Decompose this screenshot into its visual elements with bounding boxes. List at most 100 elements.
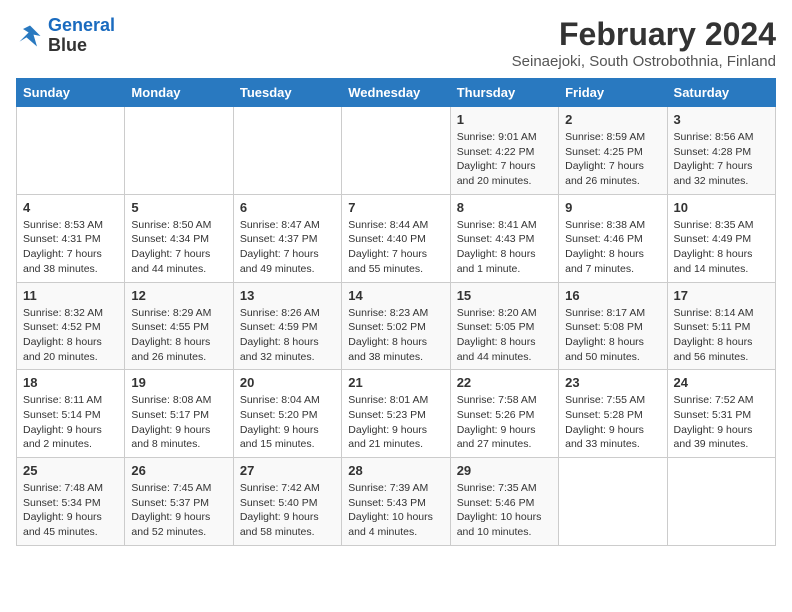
day-info: Sunrise: 8:11 AMSunset: 5:14 PMDaylight:… <box>23 393 118 452</box>
calendar-cell: 24 Sunrise: 7:52 AMSunset: 5:31 PMDayligh… <box>667 370 775 458</box>
header-sunday: Sunday <box>17 79 125 107</box>
calendar-cell: 23 Sunrise: 7:55 AMSunset: 5:28 PMDayligh… <box>559 370 667 458</box>
calendar-week-row: 25 Sunrise: 7:48 AMSunset: 5:34 PMDayligh… <box>17 458 776 546</box>
calendar-cell: 12 Sunrise: 8:29 AMSunset: 4:55 PMDayligh… <box>125 282 233 370</box>
day-info: Sunrise: 7:45 AMSunset: 5:37 PMDaylight:… <box>131 481 226 540</box>
day-number: 21 <box>348 375 443 390</box>
header-tuesday: Tuesday <box>233 79 341 107</box>
calendar-week-row: 4 Sunrise: 8:53 AMSunset: 4:31 PMDaylight… <box>17 194 776 282</box>
day-info: Sunrise: 8:29 AMSunset: 4:55 PMDaylight:… <box>131 306 226 365</box>
calendar-cell: 21 Sunrise: 8:01 AMSunset: 5:23 PMDayligh… <box>342 370 450 458</box>
page-subtitle: Seinaejoki, South Ostrobothnia, Finland <box>512 53 776 70</box>
day-info: Sunrise: 8:04 AMSunset: 5:20 PMDaylight:… <box>240 393 335 452</box>
calendar-cell: 28 Sunrise: 7:39 AMSunset: 5:43 PMDayligh… <box>342 458 450 546</box>
calendar-cell <box>559 458 667 546</box>
day-number: 9 <box>565 200 660 215</box>
day-number: 27 <box>240 463 335 478</box>
header-monday: Monday <box>125 79 233 107</box>
day-number: 4 <box>23 200 118 215</box>
calendar-cell: 7Sunrise: 8:44 AMSunset: 4:40 PMDaylight… <box>342 194 450 282</box>
calendar-week-row: 18 Sunrise: 8:11 AMSunset: 5:14 PMDayligh… <box>17 370 776 458</box>
calendar-cell: 22 Sunrise: 7:58 AMSunset: 5:26 PMDayligh… <box>450 370 558 458</box>
header-saturday: Saturday <box>667 79 775 107</box>
calendar-cell: 6Sunrise: 8:47 AMSunset: 4:37 PMDaylight… <box>233 194 341 282</box>
day-number: 5 <box>131 200 226 215</box>
logo: GeneralBlue <box>16 16 115 56</box>
calendar-week-row: 1 Sunrise: 9:01 AMSunset: 4:22 PMDaylight… <box>17 107 776 195</box>
day-info: Sunrise: 8:35 AMSunset: 4:49 PMDaylight:… <box>674 218 769 277</box>
day-info: Sunrise: 8:17 AMSunset: 5:08 PMDaylight:… <box>565 306 660 365</box>
day-number: 14 <box>348 288 443 303</box>
calendar-cell: 17 Sunrise: 8:14 AMSunset: 5:11 PMDayligh… <box>667 282 775 370</box>
day-number: 25 <box>23 463 118 478</box>
day-info: Sunrise: 8:01 AMSunset: 5:23 PMDaylight:… <box>348 393 443 452</box>
logo-icon <box>16 22 44 50</box>
day-number: 17 <box>674 288 769 303</box>
calendar-cell: 8Sunrise: 8:41 AMSunset: 4:43 PMDaylight… <box>450 194 558 282</box>
calendar-cell: 14 Sunrise: 8:23 AMSunset: 5:02 PMDayligh… <box>342 282 450 370</box>
calendar-cell: 5Sunrise: 8:50 AMSunset: 4:34 PMDaylight… <box>125 194 233 282</box>
day-number: 12 <box>131 288 226 303</box>
day-info: Sunrise: 8:38 AMSunset: 4:46 PMDaylight:… <box>565 218 660 277</box>
day-info: Sunrise: 7:39 AMSunset: 5:43 PMDaylight:… <box>348 481 443 540</box>
day-info: Sunrise: 7:48 AMSunset: 5:34 PMDaylight:… <box>23 481 118 540</box>
day-number: 26 <box>131 463 226 478</box>
calendar-cell: 27 Sunrise: 7:42 AMSunset: 5:40 PMDayligh… <box>233 458 341 546</box>
day-info: Sunrise: 7:58 AMSunset: 5:26 PMDaylight:… <box>457 393 552 452</box>
day-number: 8 <box>457 200 552 215</box>
day-number: 19 <box>131 375 226 390</box>
day-number: 1 <box>457 112 552 127</box>
day-number: 28 <box>348 463 443 478</box>
day-number: 16 <box>565 288 660 303</box>
logo-text: GeneralBlue <box>48 16 115 56</box>
day-info: Sunrise: 8:32 AMSunset: 4:52 PMDaylight:… <box>23 306 118 365</box>
calendar-cell: 26 Sunrise: 7:45 AMSunset: 5:37 PMDayligh… <box>125 458 233 546</box>
calendar-cell <box>17 107 125 195</box>
day-info: Sunrise: 9:01 AMSunset: 4:22 PMDaylight:… <box>457 130 552 189</box>
calendar-cell: 18 Sunrise: 8:11 AMSunset: 5:14 PMDayligh… <box>17 370 125 458</box>
day-info: Sunrise: 8:23 AMSunset: 5:02 PMDaylight:… <box>348 306 443 365</box>
day-info: Sunrise: 8:08 AMSunset: 5:17 PMDaylight:… <box>131 393 226 452</box>
day-info: Sunrise: 8:20 AMSunset: 5:05 PMDaylight:… <box>457 306 552 365</box>
calendar-cell: 16 Sunrise: 8:17 AMSunset: 5:08 PMDayligh… <box>559 282 667 370</box>
header-thursday: Thursday <box>450 79 558 107</box>
calendar-cell: 15 Sunrise: 8:20 AMSunset: 5:05 PMDayligh… <box>450 282 558 370</box>
calendar-cell: 20 Sunrise: 8:04 AMSunset: 5:20 PMDayligh… <box>233 370 341 458</box>
calendar-cell: 10 Sunrise: 8:35 AMSunset: 4:49 PMDayligh… <box>667 194 775 282</box>
calendar-cell <box>342 107 450 195</box>
day-number: 6 <box>240 200 335 215</box>
day-info: Sunrise: 8:26 AMSunset: 4:59 PMDaylight:… <box>240 306 335 365</box>
day-number: 11 <box>23 288 118 303</box>
calendar-week-row: 11 Sunrise: 8:32 AMSunset: 4:52 PMDayligh… <box>17 282 776 370</box>
day-number: 20 <box>240 375 335 390</box>
calendar-cell: 3 Sunrise: 8:56 AMSunset: 4:28 PMDaylight… <box>667 107 775 195</box>
day-number: 3 <box>674 112 769 127</box>
header-wednesday: Wednesday <box>342 79 450 107</box>
calendar-cell: 29Sunrise: 7:35 AMSunset: 5:46 PMDayligh… <box>450 458 558 546</box>
calendar-header-row: SundayMondayTuesdayWednesdayThursdayFrid… <box>17 79 776 107</box>
day-info: Sunrise: 7:42 AMSunset: 5:40 PMDaylight:… <box>240 481 335 540</box>
header: GeneralBlue February 2024 Seinaejoki, So… <box>16 16 776 70</box>
page-title: February 2024 <box>512 16 776 53</box>
calendar-cell: 9 Sunrise: 8:38 AMSunset: 4:46 PMDaylight… <box>559 194 667 282</box>
day-info: Sunrise: 8:53 AMSunset: 4:31 PMDaylight:… <box>23 218 118 277</box>
calendar-cell: 11 Sunrise: 8:32 AMSunset: 4:52 PMDayligh… <box>17 282 125 370</box>
day-info: Sunrise: 8:44 AMSunset: 4:40 PMDaylight:… <box>348 218 443 277</box>
title-area: February 2024 Seinaejoki, South Ostrobot… <box>512 16 776 70</box>
day-number: 2 <box>565 112 660 127</box>
calendar-table: SundayMondayTuesdayWednesdayThursdayFrid… <box>16 78 776 546</box>
day-number: 23 <box>565 375 660 390</box>
day-info: Sunrise: 8:59 AMSunset: 4:25 PMDaylight:… <box>565 130 660 189</box>
day-number: 15 <box>457 288 552 303</box>
day-info: Sunrise: 7:55 AMSunset: 5:28 PMDaylight:… <box>565 393 660 452</box>
day-info: Sunrise: 8:14 AMSunset: 5:11 PMDaylight:… <box>674 306 769 365</box>
day-number: 22 <box>457 375 552 390</box>
day-number: 24 <box>674 375 769 390</box>
day-info: Sunrise: 8:56 AMSunset: 4:28 PMDaylight:… <box>674 130 769 189</box>
header-friday: Friday <box>559 79 667 107</box>
day-number: 18 <box>23 375 118 390</box>
day-number: 10 <box>674 200 769 215</box>
day-info: Sunrise: 7:52 AMSunset: 5:31 PMDaylight:… <box>674 393 769 452</box>
calendar-cell: 25 Sunrise: 7:48 AMSunset: 5:34 PMDayligh… <box>17 458 125 546</box>
day-number: 29 <box>457 463 552 478</box>
